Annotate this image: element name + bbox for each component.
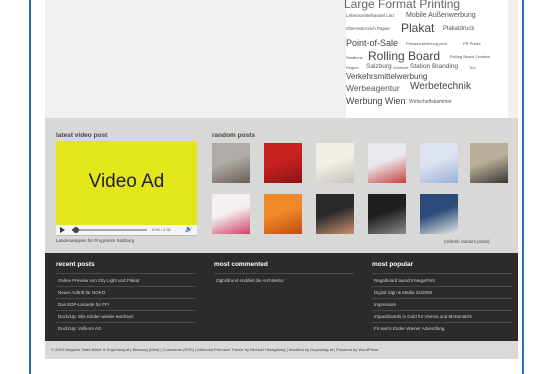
blue-frame-left bbox=[29, 0, 31, 374]
recent-post-link[interactable]: Doch/Up: Wie Kinder wieder wachsen bbox=[58, 314, 134, 319]
recent-post-link[interactable]: Doch/Up: Vollkorn AG bbox=[58, 326, 102, 331]
tag-link[interactable]: PR Public bbox=[463, 42, 481, 46]
random-post-thumbnail[interactable] bbox=[470, 143, 508, 183]
most-popular-link[interactable]: Regalboard launcht MegaPrint bbox=[374, 278, 435, 283]
video-player-screen[interactable]: Video Ad bbox=[56, 141, 197, 225]
random-post-thumbnail[interactable] bbox=[316, 194, 354, 234]
random-post-thumbnail[interactable] bbox=[264, 143, 302, 183]
blue-frame-right bbox=[522, 0, 524, 374]
video-progress-bar[interactable] bbox=[72, 229, 147, 231]
random-post-thumbnail[interactable] bbox=[368, 194, 406, 234]
tag-link[interactable]: Large Format Printing bbox=[344, 0, 460, 10]
tag-cloud: Large Format Printing Lebensmittelhandel… bbox=[344, 0, 508, 118]
copyright-text: © 2010 Magazin Stahl-Meier & Drgunslag.a… bbox=[51, 347, 379, 352]
most-popular-title: most popular bbox=[372, 261, 414, 268]
divider bbox=[56, 310, 196, 311]
tag-link[interactable]: Werbeagentur bbox=[346, 84, 400, 93]
recent-post-link[interactable]: Das EDP-Lenarde für FFI bbox=[58, 302, 109, 307]
footer-widgets bbox=[45, 253, 518, 341]
tag-link[interactable]: Station Branding bbox=[410, 63, 458, 71]
video-controls: 0:00 / 2:31 🔊 bbox=[56, 225, 197, 236]
tag-link[interactable]: Wirtschaftskammer bbox=[409, 100, 452, 105]
random-post-thumbnail[interactable] bbox=[420, 143, 458, 183]
tag-link[interactable]: Plakatdruck bbox=[443, 26, 474, 32]
divider bbox=[372, 286, 512, 287]
tag-link[interactable]: Werbetechnik bbox=[410, 82, 471, 92]
tag-link[interactable]: Mobile Außenwerbung bbox=[406, 12, 476, 19]
copyright-bar: © 2010 Magazin Stahl-Meier & Drgunslag.a… bbox=[45, 341, 518, 359]
divider bbox=[56, 286, 196, 287]
video-time: 0:00 / 2:31 bbox=[152, 227, 171, 232]
most-popular-link[interactable]: Digital Sign & Media 22/2008 bbox=[374, 290, 432, 295]
most-commented-title: most commented bbox=[214, 261, 268, 268]
tag-link[interactable]: Lebensmittelhandel Linz bbox=[346, 13, 395, 19]
random-post-thumbnail[interactable] bbox=[368, 143, 406, 183]
random-post-thumbnail[interactable] bbox=[212, 143, 250, 183]
random-post-thumbnail[interactable] bbox=[264, 194, 302, 234]
divider bbox=[56, 298, 196, 299]
video-ad-text: Video Ad bbox=[88, 171, 165, 192]
most-commented-link[interactable]: Zigbildrund enddeit die Architektur bbox=[216, 278, 284, 283]
volume-icon[interactable]: 🔊 bbox=[185, 227, 192, 233]
play-icon[interactable] bbox=[60, 227, 65, 233]
tag-link[interactable]: Oberösterreich Papier bbox=[346, 26, 390, 32]
tag-link[interactable]: Point-of-Sale bbox=[346, 39, 398, 48]
tag-link[interactable]: Schlecht bbox=[393, 66, 408, 70]
divider bbox=[214, 273, 354, 274]
divider bbox=[372, 298, 512, 299]
tag-link[interactable]: Rolling Board bbox=[368, 50, 440, 62]
random-post-thumbnail[interactable] bbox=[316, 143, 354, 183]
most-popular-link[interactable]: Impressum bbox=[374, 302, 396, 307]
tag-link[interactable]: Plakat bbox=[401, 22, 434, 34]
divider bbox=[56, 322, 196, 323]
divider bbox=[372, 310, 512, 311]
random-posts-title: random posts bbox=[212, 132, 255, 139]
latest-video-title: latest video post bbox=[56, 132, 108, 139]
most-popular-link[interactable]: Fit sein's Ender-Wiener Adventfang bbox=[374, 326, 444, 331]
refresh-random-posts-link[interactable]: (refresh random posts) bbox=[444, 239, 490, 244]
divider bbox=[372, 273, 512, 274]
random-post-thumbnail[interactable] bbox=[420, 194, 458, 234]
divider bbox=[372, 322, 512, 323]
tag-link[interactable]: Trio bbox=[469, 66, 476, 70]
page-bottom-margin bbox=[45, 359, 518, 374]
video-caption[interactable]: Landeswappen für Programm Salzburg bbox=[56, 238, 134, 243]
recent-post-link[interactable]: Neuer Auftritt für NOKO bbox=[58, 290, 105, 295]
recent-post-link[interactable]: Online Preview von City Light und Plakat bbox=[58, 278, 139, 283]
tag-link[interactable]: Relations bbox=[346, 56, 363, 60]
video-progress-knob[interactable] bbox=[73, 227, 79, 233]
tag-link[interactable]: Salzburg bbox=[366, 63, 392, 71]
random-post-thumbnail[interactable] bbox=[212, 194, 250, 234]
tag-link[interactable]: Verkehrsmittelwerbung bbox=[346, 73, 427, 81]
tag-link[interactable]: Werbung Wien bbox=[346, 97, 405, 106]
divider bbox=[56, 273, 196, 274]
recent-posts-title: recent posts bbox=[56, 261, 95, 268]
most-popular-link[interactable]: Impactboards in Gold für Vienna und McDo… bbox=[374, 314, 472, 319]
tag-link[interactable]: Pressezulieferung print bbox=[406, 42, 447, 46]
tag-link[interactable]: Region bbox=[346, 66, 359, 70]
tag-link[interactable]: Rolling Board Creative bbox=[450, 55, 490, 59]
